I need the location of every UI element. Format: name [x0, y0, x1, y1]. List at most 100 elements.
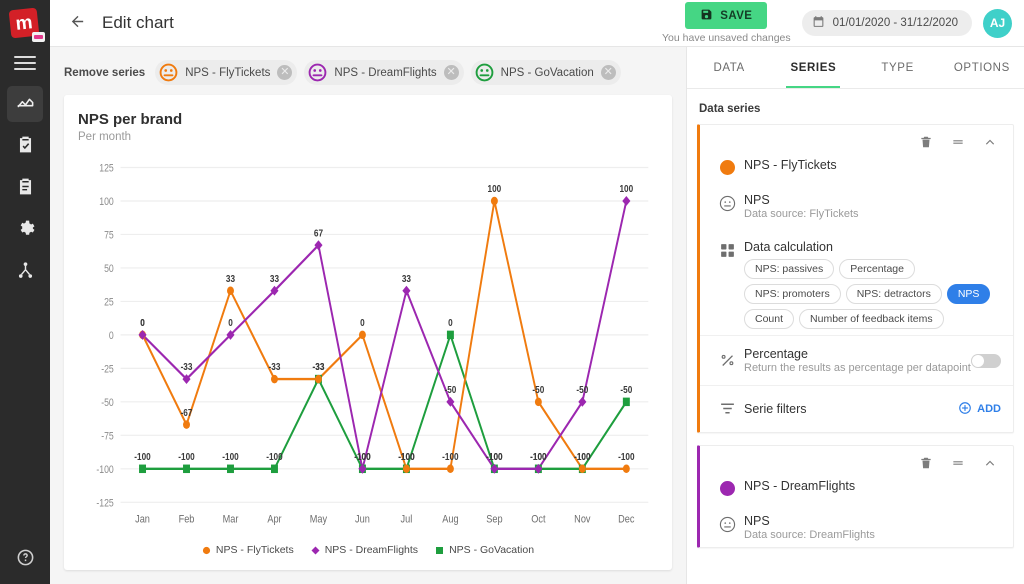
hamburger-icon[interactable] — [14, 56, 36, 70]
help-button[interactable] — [0, 548, 50, 570]
trash-icon[interactable] — [919, 456, 933, 473]
calc-option-feedback-items[interactable]: Number of feedback items — [799, 309, 944, 329]
legend-marker-icon — [435, 546, 444, 555]
add-serie-filter-button[interactable]: ADD — [958, 401, 1001, 418]
data-point-marker[interactable] — [622, 397, 630, 407]
drag-handle-icon[interactable] — [951, 135, 965, 152]
x-axis-tick-label: May — [310, 514, 328, 526]
data-point-label: -100 — [486, 451, 502, 462]
data-point-marker[interactable] — [183, 464, 190, 474]
calc-option-nps[interactable]: NPS — [946, 284, 991, 304]
series-chip-label: NPS - DreamFlights — [334, 66, 437, 79]
metric-icon-wrap — [710, 514, 744, 536]
date-range-value: 01/01/2020 - 31/12/2020 — [832, 17, 958, 29]
data-point-marker[interactable] — [314, 374, 322, 384]
tab-type[interactable]: TYPE — [856, 47, 940, 88]
data-point-label: 0 — [140, 317, 145, 328]
chart-plot-area: 125 100 75 50 25 0 -25 -50 -75 -100 -125 Jan Feb Mar A… — [78, 151, 658, 540]
calc-option-nps-detractors[interactable]: NPS: detractors — [845, 284, 942, 304]
data-point-label: 33 — [402, 273, 411, 284]
series-chip-dreamflights[interactable]: NPS - DreamFlights ✕ — [304, 60, 464, 85]
data-point-marker[interactable] — [446, 330, 454, 340]
legend-item-2[interactable]: NPS - GoVacation — [435, 544, 534, 556]
data-point-marker[interactable] — [446, 464, 454, 474]
tab-data[interactable]: DATA — [687, 47, 771, 88]
x-axis-tick-label: Jun — [355, 514, 370, 526]
calc-option-percentage[interactable]: Percentage — [839, 259, 915, 279]
serie-filters-row: Serie filters ADD — [700, 385, 1013, 432]
close-icon[interactable]: ✕ — [277, 65, 293, 80]
trash-icon[interactable] — [919, 135, 933, 152]
data-point-marker[interactable] — [227, 286, 234, 295]
calc-option-nps-promoters[interactable]: NPS: promoters — [744, 284, 841, 304]
share-nodes-icon — [16, 261, 35, 283]
data-point-label: -100 — [530, 451, 546, 462]
data-point-marker[interactable] — [402, 464, 410, 474]
data-point-marker[interactable] — [622, 464, 630, 474]
data-point-label: 0 — [448, 317, 453, 328]
series-chip-flytickets[interactable]: NPS - FlyTickets ✕ — [155, 60, 298, 85]
x-axis-tick-label: Nov — [574, 514, 591, 526]
y-axis-tick-label: 25 — [104, 297, 114, 309]
series-name: NPS - DreamFlights — [744, 479, 856, 493]
data-point-marker[interactable] — [534, 397, 542, 407]
chevron-up-icon[interactable] — [983, 456, 997, 473]
data-point-label: -100 — [134, 451, 150, 462]
close-icon[interactable]: ✕ — [443, 65, 459, 80]
data-point-marker[interactable] — [358, 330, 366, 340]
y-axis-tick-label: 125 — [99, 163, 114, 175]
series-metric-row[interactable]: NPS Data source: DreamFlights — [700, 502, 1013, 547]
data-point-marker[interactable] — [622, 196, 631, 206]
data-point-marker[interactable] — [578, 464, 586, 474]
x-axis-tick-label: Dec — [618, 514, 634, 526]
sidebar-item-settings[interactable] — [7, 212, 43, 248]
sidebar-item-tasks[interactable] — [7, 128, 43, 164]
app-root: m Edit chart SAVE You have unsaved chang… — [0, 0, 1024, 584]
legend-item-1[interactable]: NPS - DreamFlights — [311, 544, 418, 556]
chevron-up-icon[interactable] — [983, 135, 997, 152]
panel-scroll-region[interactable]: Data series NPS - FlyTickets NPS Data so… — [687, 89, 1024, 584]
data-point-label: 33 — [226, 273, 235, 284]
percentage-toggle[interactable] — [971, 353, 1001, 368]
tab-series[interactable]: SERIES — [771, 47, 855, 88]
date-range-picker[interactable]: 01/01/2020 - 31/12/2020 — [801, 10, 972, 36]
data-point-marker[interactable] — [402, 285, 411, 296]
data-point-marker[interactable] — [270, 374, 278, 384]
legend-item-label: NPS - FlyTickets — [215, 544, 294, 556]
percent-icon — [719, 352, 736, 372]
sidebar-item-integrations[interactable] — [7, 254, 43, 290]
remove-series-bar: Remove series NPS - FlyTickets ✕ NPS - D… — [50, 47, 686, 95]
tab-options[interactable]: OPTIONS — [940, 47, 1024, 88]
avatar[interactable]: AJ — [983, 8, 1012, 38]
serie-filters-info: Serie filters — [744, 402, 958, 416]
floppy-disk-icon — [700, 8, 713, 24]
gear-icon — [16, 219, 35, 241]
series-chip-govacation[interactable]: NPS - GoVacation ✕ — [470, 60, 621, 85]
series-metric-row[interactable]: NPS Data source: FlyTickets — [700, 181, 1013, 226]
sidebar-item-charts[interactable] — [7, 86, 43, 122]
close-icon[interactable]: ✕ — [600, 65, 616, 80]
save-button[interactable]: SAVE — [685, 2, 768, 29]
data-point-marker[interactable] — [270, 464, 278, 474]
app-logo[interactable]: m — [8, 7, 45, 42]
data-point-marker[interactable] — [227, 464, 234, 474]
data-point-marker[interactable] — [183, 420, 190, 429]
back-button[interactable] — [66, 12, 88, 34]
series-card-tools — [700, 125, 1013, 152]
legend-item-0[interactable]: NPS - FlyTickets — [202, 544, 294, 556]
data-point-marker[interactable] — [490, 196, 498, 206]
drag-handle-icon[interactable] — [951, 456, 965, 473]
series-color-dot — [719, 160, 735, 175]
calc-option-count[interactable]: Count — [744, 309, 795, 329]
x-axis-tick-label: Mar — [223, 514, 239, 526]
data-point-marker[interactable] — [139, 464, 147, 474]
save-area: SAVE You have unsaved changes — [662, 2, 791, 44]
sidebar-item-forms[interactable] — [7, 170, 43, 206]
metric-info: NPS Data source: DreamFlights — [744, 514, 1001, 541]
data-point-label: -50 — [576, 384, 588, 395]
right-settings-panel: DATA SERIES TYPE OPTIONS Data series NPS… — [686, 47, 1024, 584]
page-title: Edit chart — [102, 13, 174, 32]
metric-info: NPS Data source: FlyTickets — [744, 193, 1001, 220]
data-point-label: -100 — [178, 451, 194, 462]
calc-option-nps-passives[interactable]: NPS: passives — [744, 259, 835, 279]
